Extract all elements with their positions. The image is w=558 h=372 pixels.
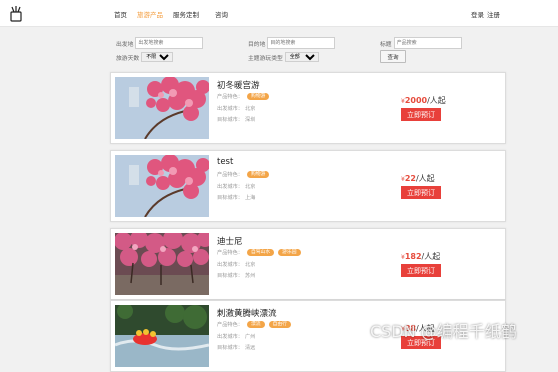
top-navbar: 首页 旅游产品 服务定制 咨询 登录 注册 bbox=[0, 0, 558, 27]
feature-row: 产品特色： 购物游 bbox=[217, 93, 270, 100]
departure-input[interactable] bbox=[135, 37, 204, 49]
destination-city-label: 目标城市： bbox=[217, 273, 243, 279]
feature-row: 产品特色： 自驾山水 游乐园 bbox=[217, 249, 301, 256]
product-title[interactable]: 初冬暖宫游 bbox=[217, 79, 260, 91]
feature-label: 产品特色： bbox=[217, 172, 243, 178]
product-image bbox=[115, 155, 209, 217]
departure-city: 北京 bbox=[244, 262, 256, 268]
departure-city-label: 出发城市： bbox=[217, 262, 243, 268]
nav-home[interactable]: 首页 bbox=[114, 9, 127, 19]
main-nav: 首页 旅游产品 服务定制 咨询 bbox=[114, 9, 228, 19]
feature-row: 产品特色： 漂流 自由行 bbox=[217, 321, 291, 328]
title-input[interactable] bbox=[393, 37, 462, 49]
product-title[interactable]: 迪士尼 bbox=[217, 235, 243, 247]
feature-tag: 漂流 bbox=[246, 321, 265, 328]
feature-tag: 游乐园 bbox=[278, 249, 301, 256]
destination-row: 目标城市： 清远 bbox=[217, 344, 255, 351]
theme-label: 主题游玩类型 bbox=[248, 55, 283, 62]
destination-filter: 目的地 bbox=[248, 37, 336, 49]
product-image bbox=[115, 77, 209, 139]
departure-city-label: 出发城市： bbox=[217, 184, 243, 190]
departure-city-label: 出发城市： bbox=[217, 106, 243, 112]
product-card[interactable]: 初冬暖宫游 产品特色： 购物游 出发城市： 北京 目标城市： 深圳 ¥2000/… bbox=[110, 72, 506, 144]
title-label: 标题 bbox=[380, 41, 392, 48]
login-link[interactable]: 登录 bbox=[471, 9, 484, 19]
destination-city: 深圳 bbox=[244, 117, 256, 123]
destination-city-label: 目标城市： bbox=[217, 117, 243, 123]
days-filter: 旅游天数 不限 bbox=[116, 52, 174, 62]
destination-label: 目的地 bbox=[248, 41, 266, 48]
departure-row: 出发城市： 广州 bbox=[217, 333, 255, 340]
register-link[interactable]: 注册 bbox=[487, 9, 500, 19]
destination-city: 上海 bbox=[244, 195, 256, 201]
book-now-button[interactable]: 立即预订 bbox=[401, 108, 441, 121]
departure-filter: 出发地 bbox=[116, 37, 204, 49]
feature-tag: 自由行 bbox=[268, 321, 291, 328]
search-filters: 出发地 目的地 标题 旅游天数 不限 主题游玩类型 全部 查询 bbox=[110, 34, 506, 66]
feature-label: 产品特色： bbox=[217, 94, 243, 100]
per-person-label: /人起 bbox=[421, 252, 441, 261]
feature-tag: 购物游 bbox=[246, 171, 270, 178]
departure-row: 出发城市： 北京 bbox=[217, 105, 255, 112]
product-price: ¥22/人起 bbox=[401, 173, 435, 184]
price-value: 22 bbox=[404, 174, 416, 183]
per-person-label: /人起 bbox=[427, 96, 446, 105]
departure-row: 出发城市： 北京 bbox=[217, 261, 255, 268]
departure-city: 北京 bbox=[244, 184, 256, 190]
departure-label: 出发地 bbox=[116, 41, 134, 48]
destination-input[interactable] bbox=[267, 37, 336, 49]
departure-city-label: 出发城市： bbox=[217, 334, 243, 340]
product-price: ¥2000/人起 bbox=[401, 95, 446, 106]
product-card[interactable]: 迪士尼 产品特色： 自驾山水 游乐园 出发城市： 北京 目标城市： 苏州 ¥18… bbox=[110, 228, 506, 300]
product-card[interactable]: test 产品特色： 购物游 出发城市： 北京 目标城市： 上海 ¥22/人起 … bbox=[110, 150, 506, 222]
product-image bbox=[115, 233, 209, 295]
theme-select[interactable]: 全部 bbox=[284, 52, 319, 62]
product-price: ¥182/人起 bbox=[401, 251, 440, 262]
feature-label: 产品特色： bbox=[217, 322, 243, 328]
feature-label: 产品特色： bbox=[217, 250, 243, 256]
book-now-button[interactable]: 立即预订 bbox=[401, 186, 441, 199]
destination-row: 目标城市： 深圳 bbox=[217, 116, 255, 123]
search-button[interactable]: 查询 bbox=[380, 50, 406, 63]
destination-city-label: 目标城市： bbox=[217, 195, 243, 201]
departure-city: 广州 bbox=[244, 334, 256, 340]
title-filter: 标题 bbox=[380, 37, 462, 49]
days-label: 旅游天数 bbox=[116, 55, 140, 62]
product-title[interactable]: test bbox=[217, 157, 233, 167]
feature-tag: 自驾山水 bbox=[246, 249, 275, 256]
destination-city: 清远 bbox=[244, 345, 256, 351]
product-title[interactable]: 刺激黄腾峡漂流 bbox=[217, 307, 277, 319]
theme-filter: 主题游玩类型 全部 bbox=[248, 52, 319, 62]
nav-custom-service[interactable]: 服务定制 bbox=[173, 9, 199, 19]
feature-row: 产品特色： 购物游 bbox=[217, 171, 270, 178]
departure-city: 北京 bbox=[244, 106, 256, 112]
nav-travel-products[interactable]: 旅游产品 bbox=[137, 9, 163, 19]
days-select[interactable]: 不限 bbox=[141, 52, 174, 62]
book-now-button[interactable]: 立即预订 bbox=[401, 264, 441, 277]
destination-row: 目标城市： 苏州 bbox=[217, 272, 255, 279]
price-value: 182 bbox=[404, 252, 422, 261]
price-value: 2000 bbox=[404, 96, 428, 105]
feature-tag: 购物游 bbox=[246, 93, 270, 100]
logo-icon[interactable] bbox=[8, 4, 24, 22]
destination-city: 苏州 bbox=[244, 273, 256, 279]
destination-row: 目标城市： 上海 bbox=[217, 194, 255, 201]
nav-consult[interactable]: 咨询 bbox=[215, 9, 228, 19]
departure-row: 出发城市： 北京 bbox=[217, 183, 255, 190]
destination-city-label: 目标城市： bbox=[217, 345, 243, 351]
auth-links: 登录 注册 bbox=[471, 9, 500, 19]
product-image bbox=[115, 305, 209, 367]
per-person-label: /人起 bbox=[415, 174, 435, 183]
watermark: CSDN @编程千纸鹤 bbox=[370, 322, 517, 341]
